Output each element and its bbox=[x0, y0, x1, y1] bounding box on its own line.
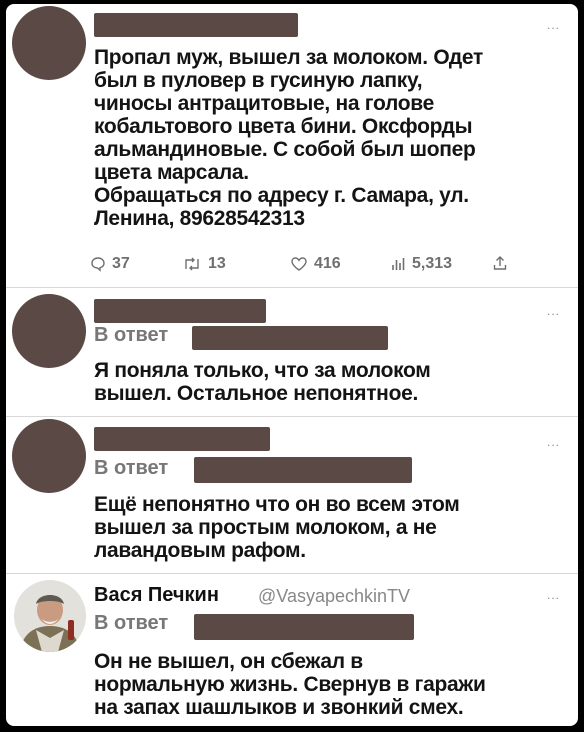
view-count: 5,313 bbox=[412, 255, 453, 272]
tweet-text-line: Ленина, 89628542313 bbox=[94, 207, 305, 230]
retweet-button[interactable]: 13 bbox=[182, 255, 226, 273]
author-handle[interactable]: @VasyapechkinTV bbox=[258, 586, 410, 607]
tweet-text-line: Я поняла только, что за молоком bbox=[94, 359, 431, 382]
like-count: 416 bbox=[314, 255, 341, 272]
more-options-icon[interactable]: ... bbox=[547, 18, 560, 32]
tweet-text-line: Обращаться по адресу г. Самара, ул. bbox=[94, 184, 469, 207]
retweet-count: 13 bbox=[208, 255, 226, 272]
retweet-icon bbox=[185, 257, 199, 271]
redacted-username bbox=[94, 427, 270, 451]
more-options-icon[interactable]: ... bbox=[547, 588, 560, 602]
heart-icon bbox=[291, 257, 307, 271]
views-button[interactable]: 5,313 bbox=[390, 255, 452, 273]
more-options-icon[interactable]: ... bbox=[547, 435, 560, 449]
tweet-reply[interactable]: ... В ответ Я поняла только, что за моло… bbox=[6, 288, 578, 417]
tweet-text-line: чиносы антрацитовые, на голове bbox=[94, 92, 434, 115]
tweet-text-line: на запах шашлыков и звонкий смех. bbox=[94, 696, 464, 719]
tweet-text-line: кобальтового цвета бини. Оксфорды bbox=[94, 115, 473, 138]
tweet-text-line: альмандиновые. С собой был шопер bbox=[94, 138, 476, 161]
tweet-thread: ... Пропал муж, вышел за молоком. Одет б… bbox=[6, 4, 578, 726]
reply-count: 37 bbox=[112, 255, 130, 272]
tweet-text-line: Ещё непонятно что он во всем этом bbox=[94, 493, 460, 516]
tweet-text-line: вышел за простым молоком, а не bbox=[94, 516, 437, 539]
redacted-reply-target bbox=[192, 326, 388, 350]
share-button[interactable] bbox=[492, 255, 514, 271]
tweet-reply[interactable]: ... В ответ Ещё непонятно что он во всем… bbox=[6, 417, 578, 574]
tweet-original[interactable]: ... Пропал муж, вышел за молоком. Одет б… bbox=[6, 4, 578, 288]
redacted-reply-target bbox=[194, 614, 414, 640]
reply-icon bbox=[91, 257, 105, 272]
reply-to-label: В ответ bbox=[94, 612, 169, 634]
like-button[interactable]: 416 bbox=[290, 255, 341, 273]
redacted-username bbox=[94, 13, 298, 37]
author-name[interactable]: Вася Печкин bbox=[94, 584, 219, 607]
reply-to-label: В ответ bbox=[94, 324, 169, 346]
reply-button[interactable]: 37 bbox=[90, 255, 130, 273]
share-icon bbox=[493, 256, 507, 270]
avatar[interactable] bbox=[12, 419, 86, 493]
tweet-text-line: Он не вышел, он сбежал в bbox=[94, 650, 363, 673]
reply-to-label: В ответ bbox=[94, 457, 169, 479]
redacted-reply-target bbox=[194, 457, 412, 483]
avatar[interactable] bbox=[12, 6, 86, 80]
tweet-reply[interactable]: Вася Печкин @VasyapechkinTV ... В ответ … bbox=[6, 574, 578, 726]
avatar[interactable] bbox=[12, 294, 86, 368]
tweet-text-line: лавандовым рафом. bbox=[94, 539, 306, 562]
views-chart-icon bbox=[392, 258, 405, 270]
more-options-icon[interactable]: ... bbox=[547, 304, 560, 318]
tweet-text-line: Пропал муж, вышел за молоком. Одет bbox=[94, 46, 483, 69]
avatar[interactable] bbox=[14, 580, 86, 652]
tweet-actions: 37 13 416 5,313 bbox=[90, 255, 510, 279]
tweet-text-line: нормальную жизнь. Свернув в гаражи bbox=[94, 673, 486, 696]
tweet-text-line: был в пуловер в гусиную лапку, bbox=[94, 69, 423, 92]
redacted-username bbox=[94, 299, 266, 323]
avatar-photo-icon bbox=[14, 580, 86, 652]
tweet-text-line: цвета марсала. bbox=[94, 161, 249, 184]
tweet-text-line: вышел. Остальное непонятное. bbox=[94, 382, 419, 405]
